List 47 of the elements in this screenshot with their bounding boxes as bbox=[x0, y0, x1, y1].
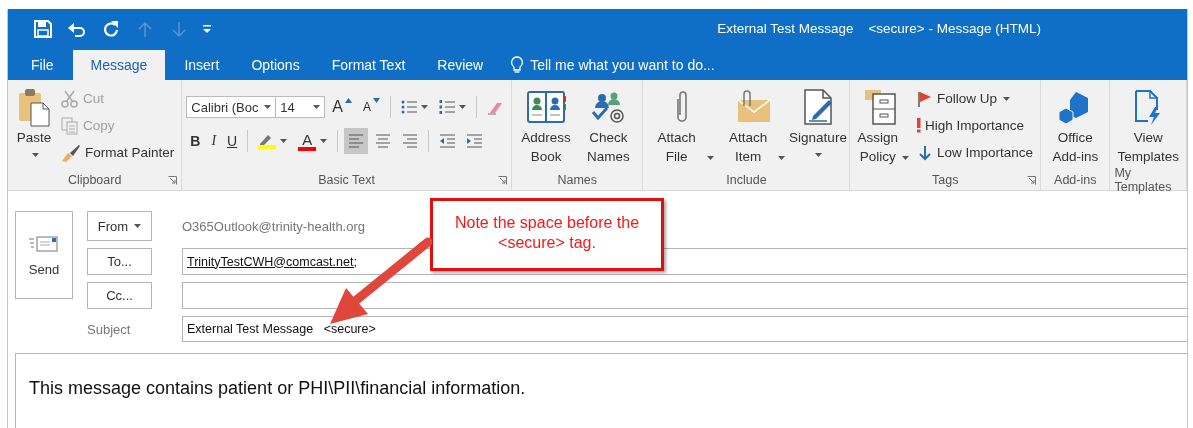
grow-font-button[interactable]: A bbox=[328, 94, 356, 120]
subject-label: Subject bbox=[87, 321, 132, 337]
ribbon-button[interactable]: Format Painter bbox=[58, 140, 178, 165]
ribbon-button[interactable]: Follow Up bbox=[914, 86, 1037, 111]
ribbon-button[interactable]: Assign Policy bbox=[854, 84, 912, 168]
group-label: Clipboard bbox=[67, 173, 122, 187]
group-label: My Templates bbox=[1114, 166, 1173, 194]
from-button[interactable]: From bbox=[87, 211, 152, 241]
font-size-dropdown[interactable]: 14 bbox=[275, 96, 326, 118]
ribbon-tab[interactable]: File bbox=[18, 50, 67, 80]
shrink-font-button[interactable]: A bbox=[358, 94, 384, 120]
font-color-button[interactable]: A bbox=[294, 128, 332, 154]
italic-button[interactable]: I bbox=[207, 128, 221, 154]
ribbon-button[interactable]: Office Add-ins bbox=[1045, 84, 1106, 168]
group-label: Tags bbox=[932, 173, 959, 187]
ribbon-button[interactable]: Low Importance bbox=[914, 140, 1037, 165]
ribbon-button[interactable]: Check Names bbox=[578, 84, 639, 168]
subject-field[interactable]: External Test Message <secure> bbox=[182, 316, 1187, 342]
group-label: Add-ins bbox=[1054, 173, 1097, 187]
tell-me-field[interactable]: Tell me what you want to do... bbox=[502, 50, 723, 80]
underline-button[interactable]: U bbox=[223, 128, 242, 154]
ribbon-button[interactable]: Attach File bbox=[647, 84, 717, 168]
ribbon-button[interactable]: Signature bbox=[790, 84, 846, 165]
group-label: Names bbox=[557, 173, 597, 187]
group-label: Include bbox=[726, 173, 767, 187]
callout-box: Note the space before the <secure> tag. bbox=[430, 198, 664, 271]
ribbon-tab[interactable]: Options bbox=[238, 50, 313, 80]
cc-button[interactable]: Cc... bbox=[87, 282, 152, 309]
ribbon-button[interactable]: Address Book bbox=[515, 84, 577, 168]
ribbon-button[interactable]: View Templates bbox=[1114, 84, 1182, 168]
ribbon-tab[interactable]: Format Text bbox=[318, 50, 419, 80]
send-button[interactable]: Send bbox=[15, 211, 73, 299]
bold-button[interactable]: B bbox=[186, 128, 205, 154]
ribbon-tab[interactable]: Insert bbox=[171, 50, 233, 80]
from-address: O365Outlook@trinity-health.org bbox=[182, 218, 365, 234]
window-title: External Test Message <secure> - Message (HTML) bbox=[717, 21, 1042, 36]
group-label: Basic Text bbox=[318, 173, 375, 187]
body-text: This message contains patient or PHI\PII\financial information. bbox=[29, 378, 527, 399]
message-body[interactable]: This message contains patient or PHI\PII\financial information. bbox=[15, 353, 1187, 428]
ribbon-tab[interactable]: Review bbox=[424, 50, 497, 80]
ribbon-button[interactable]: Paste bbox=[12, 84, 56, 165]
to-button[interactable]: To... bbox=[87, 248, 152, 275]
font-name-dropdown[interactable]: Calibri (Boc bbox=[186, 96, 277, 118]
recipient-link[interactable]: TrinityTestCWH@comcast.net; bbox=[187, 254, 357, 269]
ribbon-tab[interactable]: Message bbox=[72, 50, 166, 80]
ribbon-button[interactable]: High Importance bbox=[914, 113, 1037, 138]
ribbon-button[interactable]: Attach Item bbox=[718, 84, 789, 168]
